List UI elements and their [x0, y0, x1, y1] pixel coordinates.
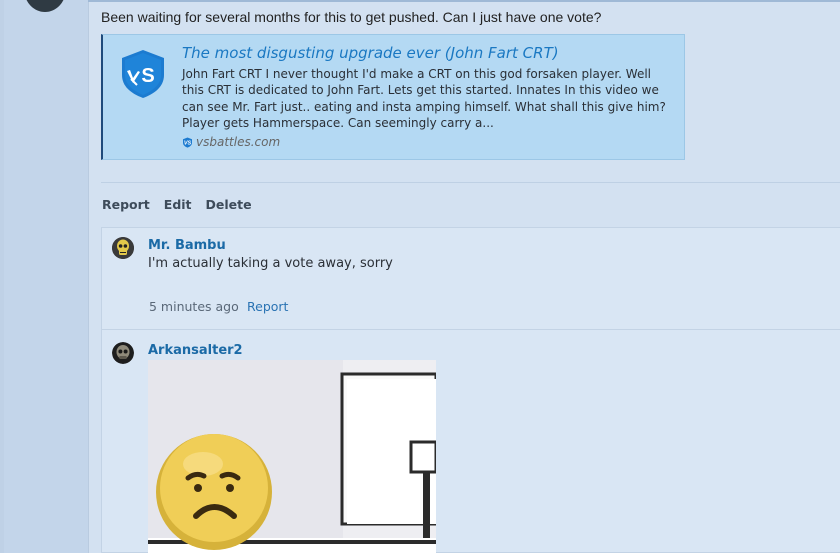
post-message: Been waiting for several months for this…	[101, 9, 602, 25]
svg-text:S: S	[141, 65, 154, 87]
embed-site[interactable]: VS vsbattles.com	[182, 135, 280, 149]
dark-skull-avatar-icon[interactable]	[112, 342, 134, 364]
svg-text:VS: VS	[184, 140, 192, 146]
reply-text: I'm actually taking a vote away, sorry	[148, 256, 393, 271]
vs-shield-logo-icon: S	[122, 50, 164, 98]
actions-divider	[101, 182, 840, 183]
embed-site-label: vsbattles.com	[196, 135, 281, 149]
reply-report-link[interactable]: Report	[247, 299, 288, 314]
edit-button[interactable]: Edit	[164, 197, 192, 212]
yellow-skull-avatar-icon[interactable]	[112, 237, 134, 259]
post-actions: Report Edit Delete	[102, 197, 252, 212]
site-favicon-icon: VS	[183, 137, 192, 148]
delete-button[interactable]: Delete	[206, 197, 252, 212]
embed-description: John Fart CRT I never thought I'd make a…	[182, 67, 666, 131]
sad-face-meme-image[interactable]	[148, 360, 436, 553]
embed-title-link[interactable]: The most disgusting upgrade ever (John F…	[182, 44, 559, 62]
reply-divider	[101, 329, 840, 330]
reply-author-link[interactable]: Mr. Bambu	[148, 238, 226, 253]
top-divider	[88, 0, 840, 2]
reply-author-link[interactable]: Arkansalter2	[148, 343, 243, 358]
report-button[interactable]: Report	[102, 197, 150, 212]
link-embed-card[interactable]: S The most disgusting upgrade ever (John…	[101, 34, 685, 160]
left-sidebar-strip	[0, 0, 89, 553]
reply-timestamp[interactable]: 5 minutes ago	[149, 299, 239, 314]
